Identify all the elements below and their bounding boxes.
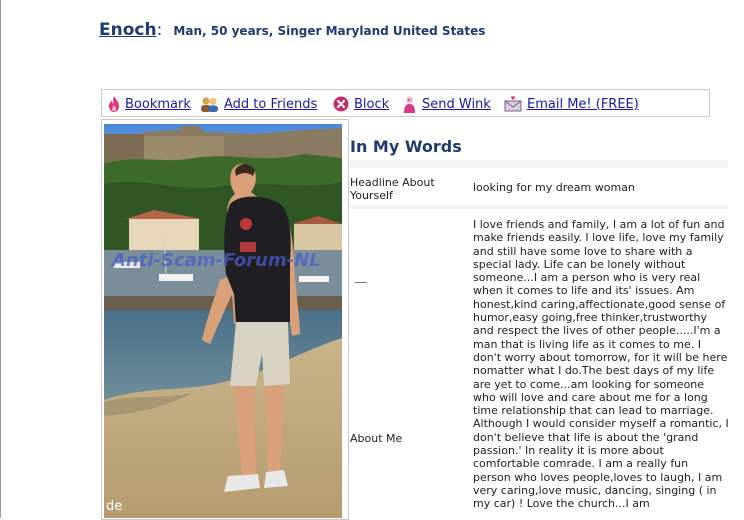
block-icon <box>333 96 349 112</box>
headline-value: looking for my dream woman <box>473 181 635 194</box>
bookmark-button[interactable]: Bookmark <box>108 95 191 113</box>
action-bar: Bookmark Add to Friends Block Send Wink <box>101 89 710 117</box>
profile-name-link[interactable]: Enoch <box>99 20 157 40</box>
name-colon: : <box>156 20 163 40</box>
section-title: In My Words <box>350 137 462 156</box>
about-value: I love friends and family, I am a lot of… <box>473 218 729 511</box>
profile-header: Enoch: Man, 50 years, Singer Maryland Un… <box>99 20 485 40</box>
about-label: About Me <box>350 432 403 445</box>
envelope-icon <box>504 96 522 112</box>
add-to-friends-button[interactable]: Add to Friends <box>200 95 317 113</box>
profile-info: Man, 50 years, Singer Maryland United St… <box>173 24 486 38</box>
photo-caption: de <box>106 499 123 514</box>
separator-dash <box>355 282 367 283</box>
profile-photo[interactable]: Anti-Scam-Forum-NL de <box>104 124 342 518</box>
wink-icon <box>404 96 415 113</box>
flame-icon <box>109 96 119 112</box>
row-separator <box>350 205 728 209</box>
email-me-button[interactable]: Email Me! (FREE) <box>504 95 639 113</box>
watermark-text: Anti-Scam-Forum-NL <box>110 250 321 271</box>
photo-image: Anti-Scam-Forum-NL <box>104 124 342 518</box>
send-wink-button[interactable]: Send Wink <box>402 95 491 113</box>
add-to-friends-label: Add to Friends <box>224 96 318 112</box>
email-me-label: Email Me! (FREE) <box>527 96 639 112</box>
headline-label: Headline About Yourself <box>350 176 435 202</box>
left-border <box>0 0 1 518</box>
bookmark-label: Bookmark <box>125 96 191 112</box>
send-wink-label: Send Wink <box>422 96 491 112</box>
friends-icon <box>201 97 218 112</box>
block-label: Block <box>354 96 390 112</box>
block-button[interactable]: Block <box>333 95 389 113</box>
title-rule <box>350 160 728 168</box>
